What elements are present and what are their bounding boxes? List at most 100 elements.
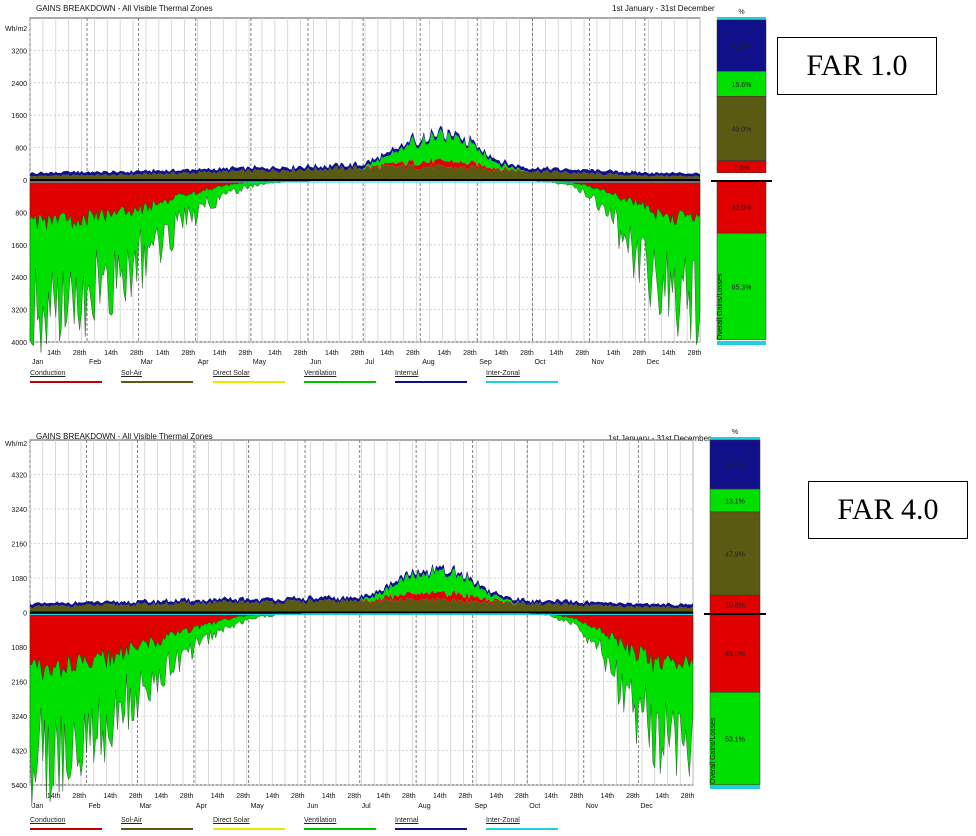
legend-swatch <box>395 381 467 383</box>
legend-swatch <box>213 381 285 383</box>
x-month-label: Oct <box>529 803 540 810</box>
x-tick-label: 28th <box>73 350 87 357</box>
percent-label: 47.9% <box>725 552 745 559</box>
y-tick-label: 3240 <box>11 507 27 514</box>
legend-swatch <box>395 828 467 830</box>
y-tick-label: 3240 <box>11 714 27 721</box>
x-tick-label: 28th <box>294 350 308 357</box>
percent-bar-cap <box>717 341 766 345</box>
x-tick-label: 28th <box>291 793 305 800</box>
x-month-label: Apr <box>196 803 208 810</box>
y-tick-label: 800 <box>15 210 27 217</box>
chart-panel-far-4: GAINS BREAKDOWN - All Visible Thermal Zo… <box>0 428 976 836</box>
percent-header: % <box>732 429 738 436</box>
y-tick-label: 1080 <box>11 645 27 652</box>
legend-item: Direct Solar <box>213 370 291 386</box>
y-tick-label: 5400 <box>11 783 27 790</box>
legend-label: Conduction <box>30 817 66 824</box>
y-tick-label: 2400 <box>11 81 27 88</box>
percent-label: 31.8% <box>732 44 752 51</box>
percent-bar-cap <box>710 785 760 789</box>
x-month-label: Feb <box>89 359 101 366</box>
far-annotation-box: FAR 4.0 <box>808 481 968 539</box>
x-tick-label: 28th <box>632 350 646 357</box>
x-month-label: Oct <box>535 359 546 366</box>
legend-swatch <box>304 381 376 383</box>
legend-label: Ventilation <box>304 370 337 377</box>
legend-label: Internal <box>395 370 419 377</box>
x-tick-label: 14th <box>268 350 282 357</box>
percent-label: 28.2% <box>725 463 745 470</box>
x-month-label: Sep <box>479 359 492 366</box>
x-tick-label: 28th <box>236 793 250 800</box>
legend-item: Sol-Air <box>121 817 199 833</box>
x-month-label: May <box>253 359 267 366</box>
x-month-label: Jun <box>310 359 321 366</box>
y-tick-label: 0 <box>23 611 27 618</box>
y-tick-label: 3200 <box>11 308 27 315</box>
x-month-label: Feb <box>88 803 100 810</box>
percent-label: 32.0% <box>732 205 752 212</box>
percent-axis-label: Overall Gains/Losses <box>717 273 724 340</box>
legend-label: Direct Solar <box>213 370 250 377</box>
legend-swatch <box>486 381 558 383</box>
legend-label: Inter-Zonal <box>486 370 520 377</box>
x-tick-label: 28th <box>520 350 534 357</box>
chart-legend: Conduction Sol-Air Direct Solar Ventilat… <box>30 817 570 833</box>
x-tick-label: 14th <box>655 793 669 800</box>
x-tick-label: 14th <box>662 350 676 357</box>
x-month-label: Dec <box>640 803 653 810</box>
x-tick-label: 14th <box>211 793 225 800</box>
legend-label: Direct Solar <box>213 817 250 824</box>
chart-legend: Conduction Sol-Air Direct Solar Ventilat… <box>30 370 570 386</box>
x-tick-label: 14th <box>377 793 391 800</box>
x-tick-label: 28th <box>515 793 529 800</box>
y-tick-label: 4320 <box>11 749 27 756</box>
x-tick-label: 14th <box>47 350 61 357</box>
x-month-label: Aug <box>418 803 431 810</box>
legend-swatch <box>121 828 193 830</box>
percent-label: 7.5% <box>734 165 750 172</box>
x-month-label: Jun <box>307 803 318 810</box>
y-tick-label: 1600 <box>11 113 27 120</box>
legend-item: Internal <box>395 817 473 833</box>
legend-label: Ventilation <box>304 817 337 824</box>
y-tick-label: 1080 <box>11 576 27 583</box>
x-tick-label: 14th <box>489 793 503 800</box>
x-month-label: Nov <box>592 359 605 366</box>
x-tick-label: 14th <box>607 350 621 357</box>
x-tick-label: 28th <box>347 793 361 800</box>
x-tick-label: 14th <box>47 793 61 800</box>
legend-swatch <box>30 381 102 383</box>
x-month-label: Aug <box>422 359 435 366</box>
legend-item: Inter-Zonal <box>486 817 564 833</box>
percent-label: 53.1% <box>725 736 745 743</box>
percent-label: 65.3% <box>732 284 752 291</box>
x-tick-label: 14th <box>104 350 118 357</box>
x-tick-label: 14th <box>601 793 615 800</box>
x-tick-label: 14th <box>156 350 170 357</box>
legend-label: Internal <box>395 817 419 824</box>
legend-swatch <box>304 828 376 830</box>
x-tick-label: 28th <box>688 350 702 357</box>
x-tick-label: 28th <box>239 350 253 357</box>
x-month-label: Jul <box>362 803 371 810</box>
x-tick-label: 28th <box>626 793 640 800</box>
x-tick-label: 14th <box>213 350 227 357</box>
x-month-label: Mar <box>139 803 152 810</box>
legend-item: Ventilation <box>304 817 382 833</box>
x-tick-label: 28th <box>459 793 473 800</box>
x-tick-label: 14th <box>544 793 558 800</box>
chart-panel-far-1: GAINS BREAKDOWN - All Visible Thermal Zo… <box>0 0 976 395</box>
x-month-label: Jul <box>365 359 374 366</box>
x-tick-label: 28th <box>72 793 86 800</box>
x-tick-label: 14th <box>550 350 564 357</box>
legend-swatch <box>121 381 193 383</box>
x-tick-label: 28th <box>402 793 416 800</box>
legend-label: Sol-Air <box>121 817 143 824</box>
y-tick-label: 3200 <box>11 48 27 55</box>
x-tick-label: 14th <box>437 350 451 357</box>
x-tick-label: 14th <box>103 793 117 800</box>
percent-label: 15.6% <box>732 82 752 89</box>
x-tick-label: 14th <box>265 793 279 800</box>
